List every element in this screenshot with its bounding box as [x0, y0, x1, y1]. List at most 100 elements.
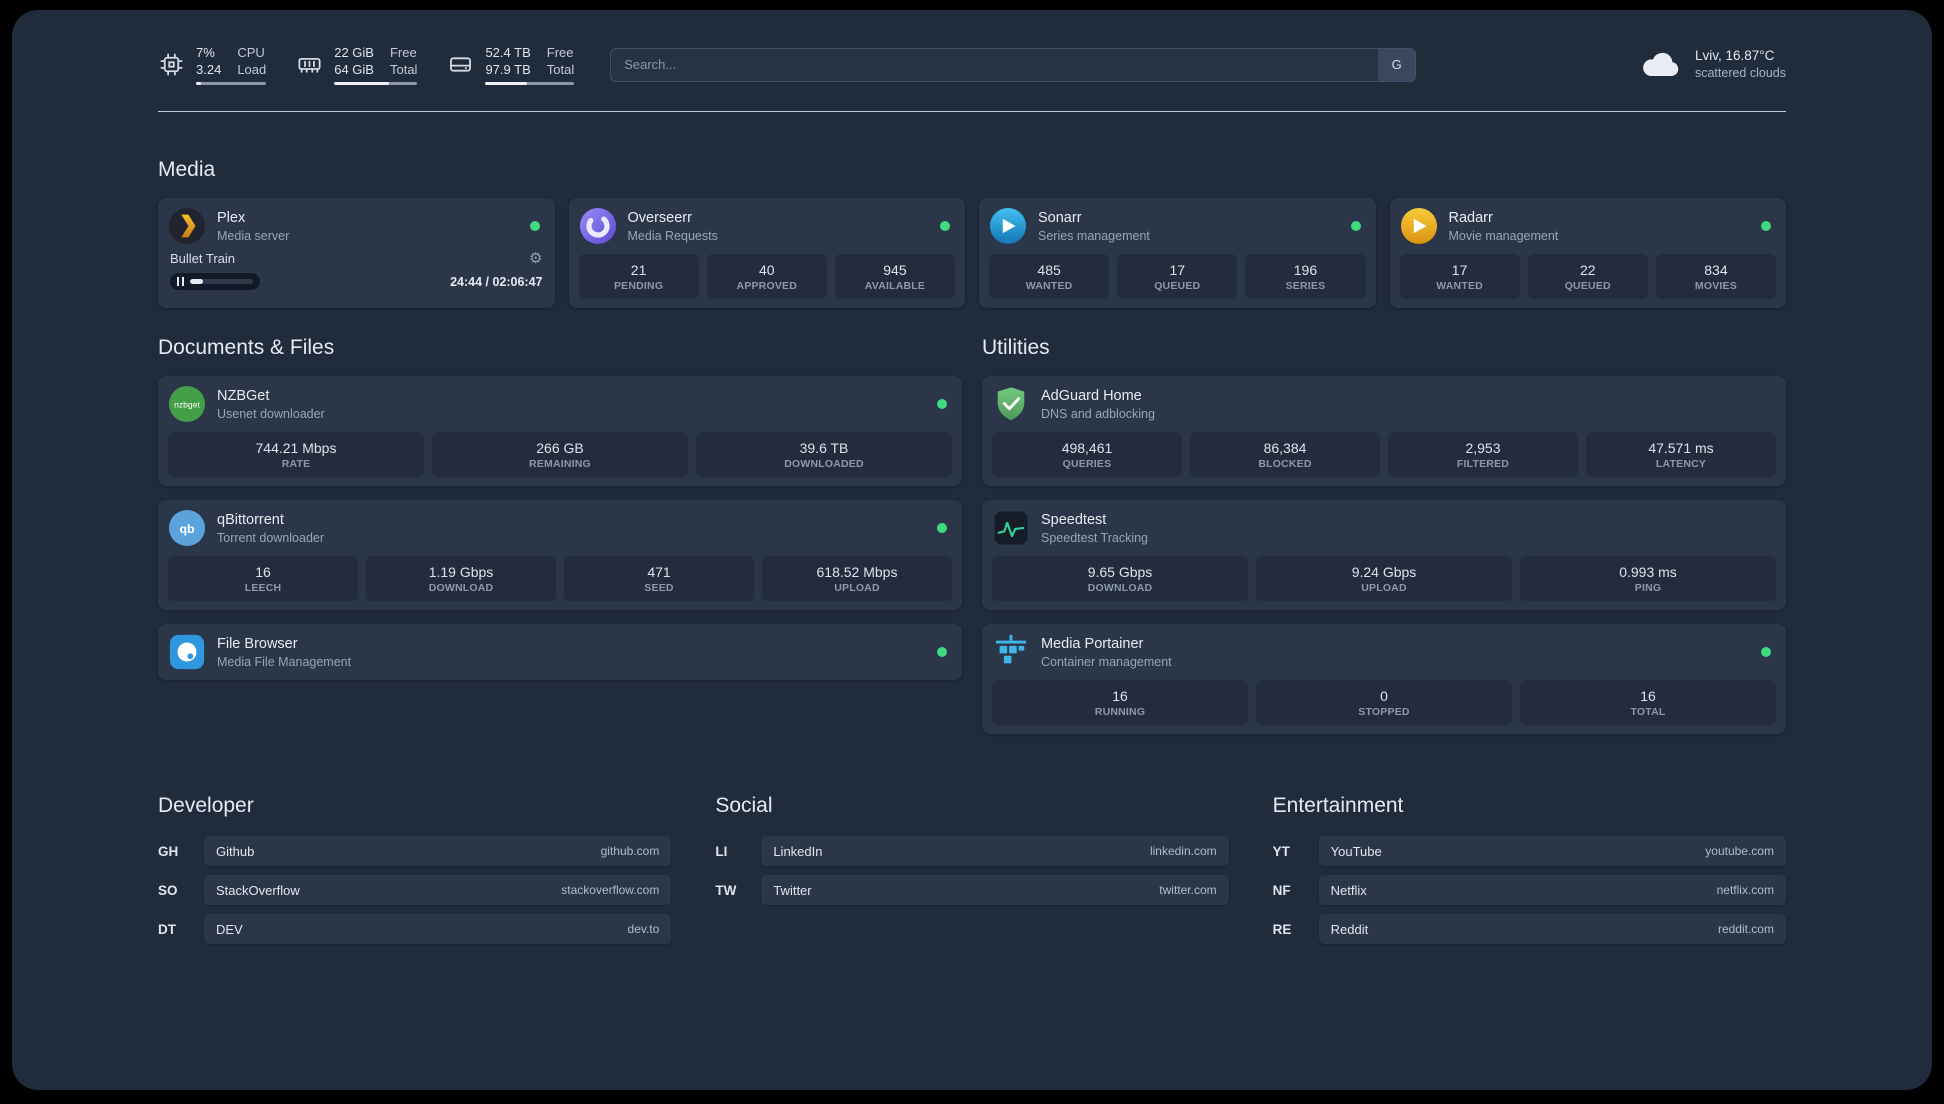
- bookmark-row: TW Twitter twitter.com: [715, 875, 1229, 905]
- weather-location: Lviv, 16.87°C: [1694, 48, 1775, 63]
- stat-label: DOWNLOADED: [784, 458, 864, 470]
- stat-value: 22: [1579, 262, 1596, 278]
- status-dot: [937, 523, 947, 533]
- service-subtitle: Media Requests: [627, 228, 718, 243]
- bookmark-domain: youtube.com: [1705, 844, 1774, 858]
- pause-icon[interactable]: [177, 277, 184, 286]
- search-provider-button[interactable]: G: [1378, 48, 1416, 81]
- status-dot: [937, 647, 947, 657]
- service-card-qbittorrent[interactable]: qb qBittorrent Torrent downloader 16 LEE…: [158, 500, 962, 610]
- bookmark-link-github[interactable]: Github github.com: [204, 836, 672, 866]
- memory-widget: 22 GiB 64 GiB Free Total: [296, 44, 418, 85]
- stat-value: 485: [1037, 262, 1061, 278]
- bookmark-domain: netflix.com: [1716, 883, 1774, 897]
- bookmark-name: Netflix: [1330, 882, 1367, 898]
- cpu-usage-bar: [196, 82, 267, 85]
- memory-icon: [296, 51, 323, 78]
- service-card-overseerr[interactable]: Overseerr Media Requests 21 PENDING 40 A…: [568, 198, 965, 308]
- bookmark-link-twitter[interactable]: Twitter twitter.com: [761, 875, 1229, 905]
- service-card-portainer[interactable]: Media Portainer Container management 16 …: [982, 624, 1786, 734]
- bookmark-abbr: NF: [1272, 882, 1291, 898]
- bookmark-link-stackoverflow[interactable]: StackOverflow stackoverflow.com: [204, 875, 672, 905]
- stat-box: 39.6 TB DOWNLOADED: [696, 432, 952, 477]
- stat-label: WANTED: [1025, 280, 1073, 292]
- bookmark-link-dev[interactable]: DEV dev.to: [204, 914, 672, 944]
- service-name: NZBGet: [217, 387, 270, 404]
- stat-value: 86,384: [1263, 440, 1307, 456]
- player-progress[interactable]: [170, 273, 260, 290]
- stat-value: 47.571 ms: [1648, 440, 1714, 456]
- stat-box: 16 TOTAL: [1520, 680, 1776, 725]
- service-card-plex[interactable]: Plex Media server Bullet Train ⚙ 24:44 /…: [158, 198, 555, 308]
- stat-label: UPLOAD: [1361, 582, 1407, 594]
- bookmark-row: LI LinkedIn linkedin.com: [715, 836, 1229, 866]
- section-title-entertainment: Entertainment: [1272, 794, 1404, 817]
- service-card-filebrowser[interactable]: File Browser Media File Management: [158, 624, 962, 680]
- memory-total-value: 64 GiB: [334, 62, 374, 77]
- bookmark-domain: dev.to: [627, 922, 660, 936]
- gear-icon[interactable]: ⚙: [529, 251, 542, 266]
- stat-label: AVAILABLE: [864, 280, 926, 292]
- stat-box: 86,384 BLOCKED: [1190, 432, 1380, 477]
- service-card-adguard[interactable]: AdGuard Home DNS and adblocking 498,461 …: [982, 376, 1786, 486]
- stat-label: WANTED: [1436, 280, 1483, 292]
- bookmark-link-youtube[interactable]: YouTube youtube.com: [1318, 836, 1786, 866]
- plex-icon: [168, 207, 206, 245]
- search-bar: G: [610, 47, 1417, 82]
- stat-box: 40 APPROVED: [706, 254, 827, 299]
- cloud-icon: [1638, 48, 1684, 81]
- stat-label: SEED: [644, 582, 674, 594]
- stat-label: STOPPED: [1358, 706, 1410, 718]
- stat-value: 266 GB: [536, 440, 584, 456]
- stat-value: 0.993 ms: [1619, 564, 1677, 580]
- stat-value: 9.24 Gbps: [1351, 564, 1417, 580]
- service-card-nzbget[interactable]: nzbget NZBGet Usenet downloader 744.21 M…: [158, 376, 962, 486]
- search-input[interactable]: [610, 47, 1417, 82]
- stat-label: MOVIES: [1694, 280, 1737, 292]
- section-documents: Documents & Files nzbget NZBGet Usenet d…: [158, 336, 962, 680]
- service-subtitle: DNS and adblocking: [1041, 406, 1155, 421]
- portainer-icon: [992, 633, 1030, 671]
- section-title-developer: Developer: [158, 794, 254, 817]
- stat-box: 21 PENDING: [578, 254, 699, 299]
- service-card-radarr[interactable]: Radarr Movie management 17 WANTED 22 QUE…: [1389, 198, 1786, 308]
- stat-label: QUERIES: [1062, 458, 1112, 470]
- bookmark-link-reddit[interactable]: Reddit reddit.com: [1318, 914, 1786, 944]
- stat-value: 744.21 Mbps: [255, 440, 337, 456]
- progress-track[interactable]: [190, 279, 253, 284]
- bookmark-name: YouTube: [1330, 843, 1382, 859]
- bookmark-abbr: RE: [1272, 921, 1292, 937]
- bookmark-link-linkedin[interactable]: LinkedIn linkedin.com: [761, 836, 1229, 866]
- bookmark-row: NF Netflix netflix.com: [1273, 875, 1786, 905]
- service-card-speedtest[interactable]: Speedtest Speedtest Tracking 9.65 Gbps D…: [982, 500, 1786, 610]
- section-media: Media Plex Media server Bullet Train ⚙ 2…: [158, 158, 1786, 308]
- service-card-sonarr[interactable]: Sonarr Series management 485 WANTED 17 Q…: [979, 198, 1376, 308]
- bookmark-row: YT YouTube youtube.com: [1273, 836, 1786, 866]
- svg-text:nzbget: nzbget: [174, 399, 200, 409]
- status-dot: [529, 221, 540, 231]
- bookmark-row: SO StackOverflow stackoverflow.com: [158, 875, 672, 905]
- stat-value: 2,953: [1465, 440, 1501, 456]
- service-subtitle: Series management: [1038, 228, 1150, 243]
- stat-value: 618.52 Mbps: [816, 564, 898, 580]
- bookmark-domain: twitter.com: [1159, 883, 1217, 897]
- stat-label: RATE: [281, 458, 311, 470]
- section-title-media: Media: [158, 158, 216, 181]
- stat-label: PENDING: [613, 280, 664, 292]
- cpu-percent: 7%: [196, 45, 215, 60]
- weather-widget: Lviv, 16.87°C scattered clouds: [1638, 47, 1786, 82]
- bookmark-link-netflix[interactable]: Netflix netflix.com: [1318, 875, 1786, 905]
- disk-free-value: 52.4 TB: [485, 45, 531, 60]
- section-title-utilities: Utilities: [982, 336, 1050, 359]
- bookmark-abbr: SO: [158, 882, 178, 898]
- playback-time: 24:44 / 02:06:47: [450, 274, 543, 289]
- disk-total-value: 97.9 TB: [485, 62, 531, 77]
- bookmark-group-developer: Developer GH Github github.com SO StackO…: [158, 794, 672, 944]
- bookmark-abbr: GH: [158, 843, 179, 859]
- topbar-divider: [158, 111, 1786, 112]
- stat-box: 196 SERIES: [1245, 254, 1366, 299]
- stat-box: 471 SEED: [564, 556, 754, 601]
- stat-label: LATENCY: [1655, 458, 1707, 470]
- stat-label: LEECH: [244, 582, 282, 594]
- stat-box: 744.21 Mbps RATE: [168, 432, 424, 477]
